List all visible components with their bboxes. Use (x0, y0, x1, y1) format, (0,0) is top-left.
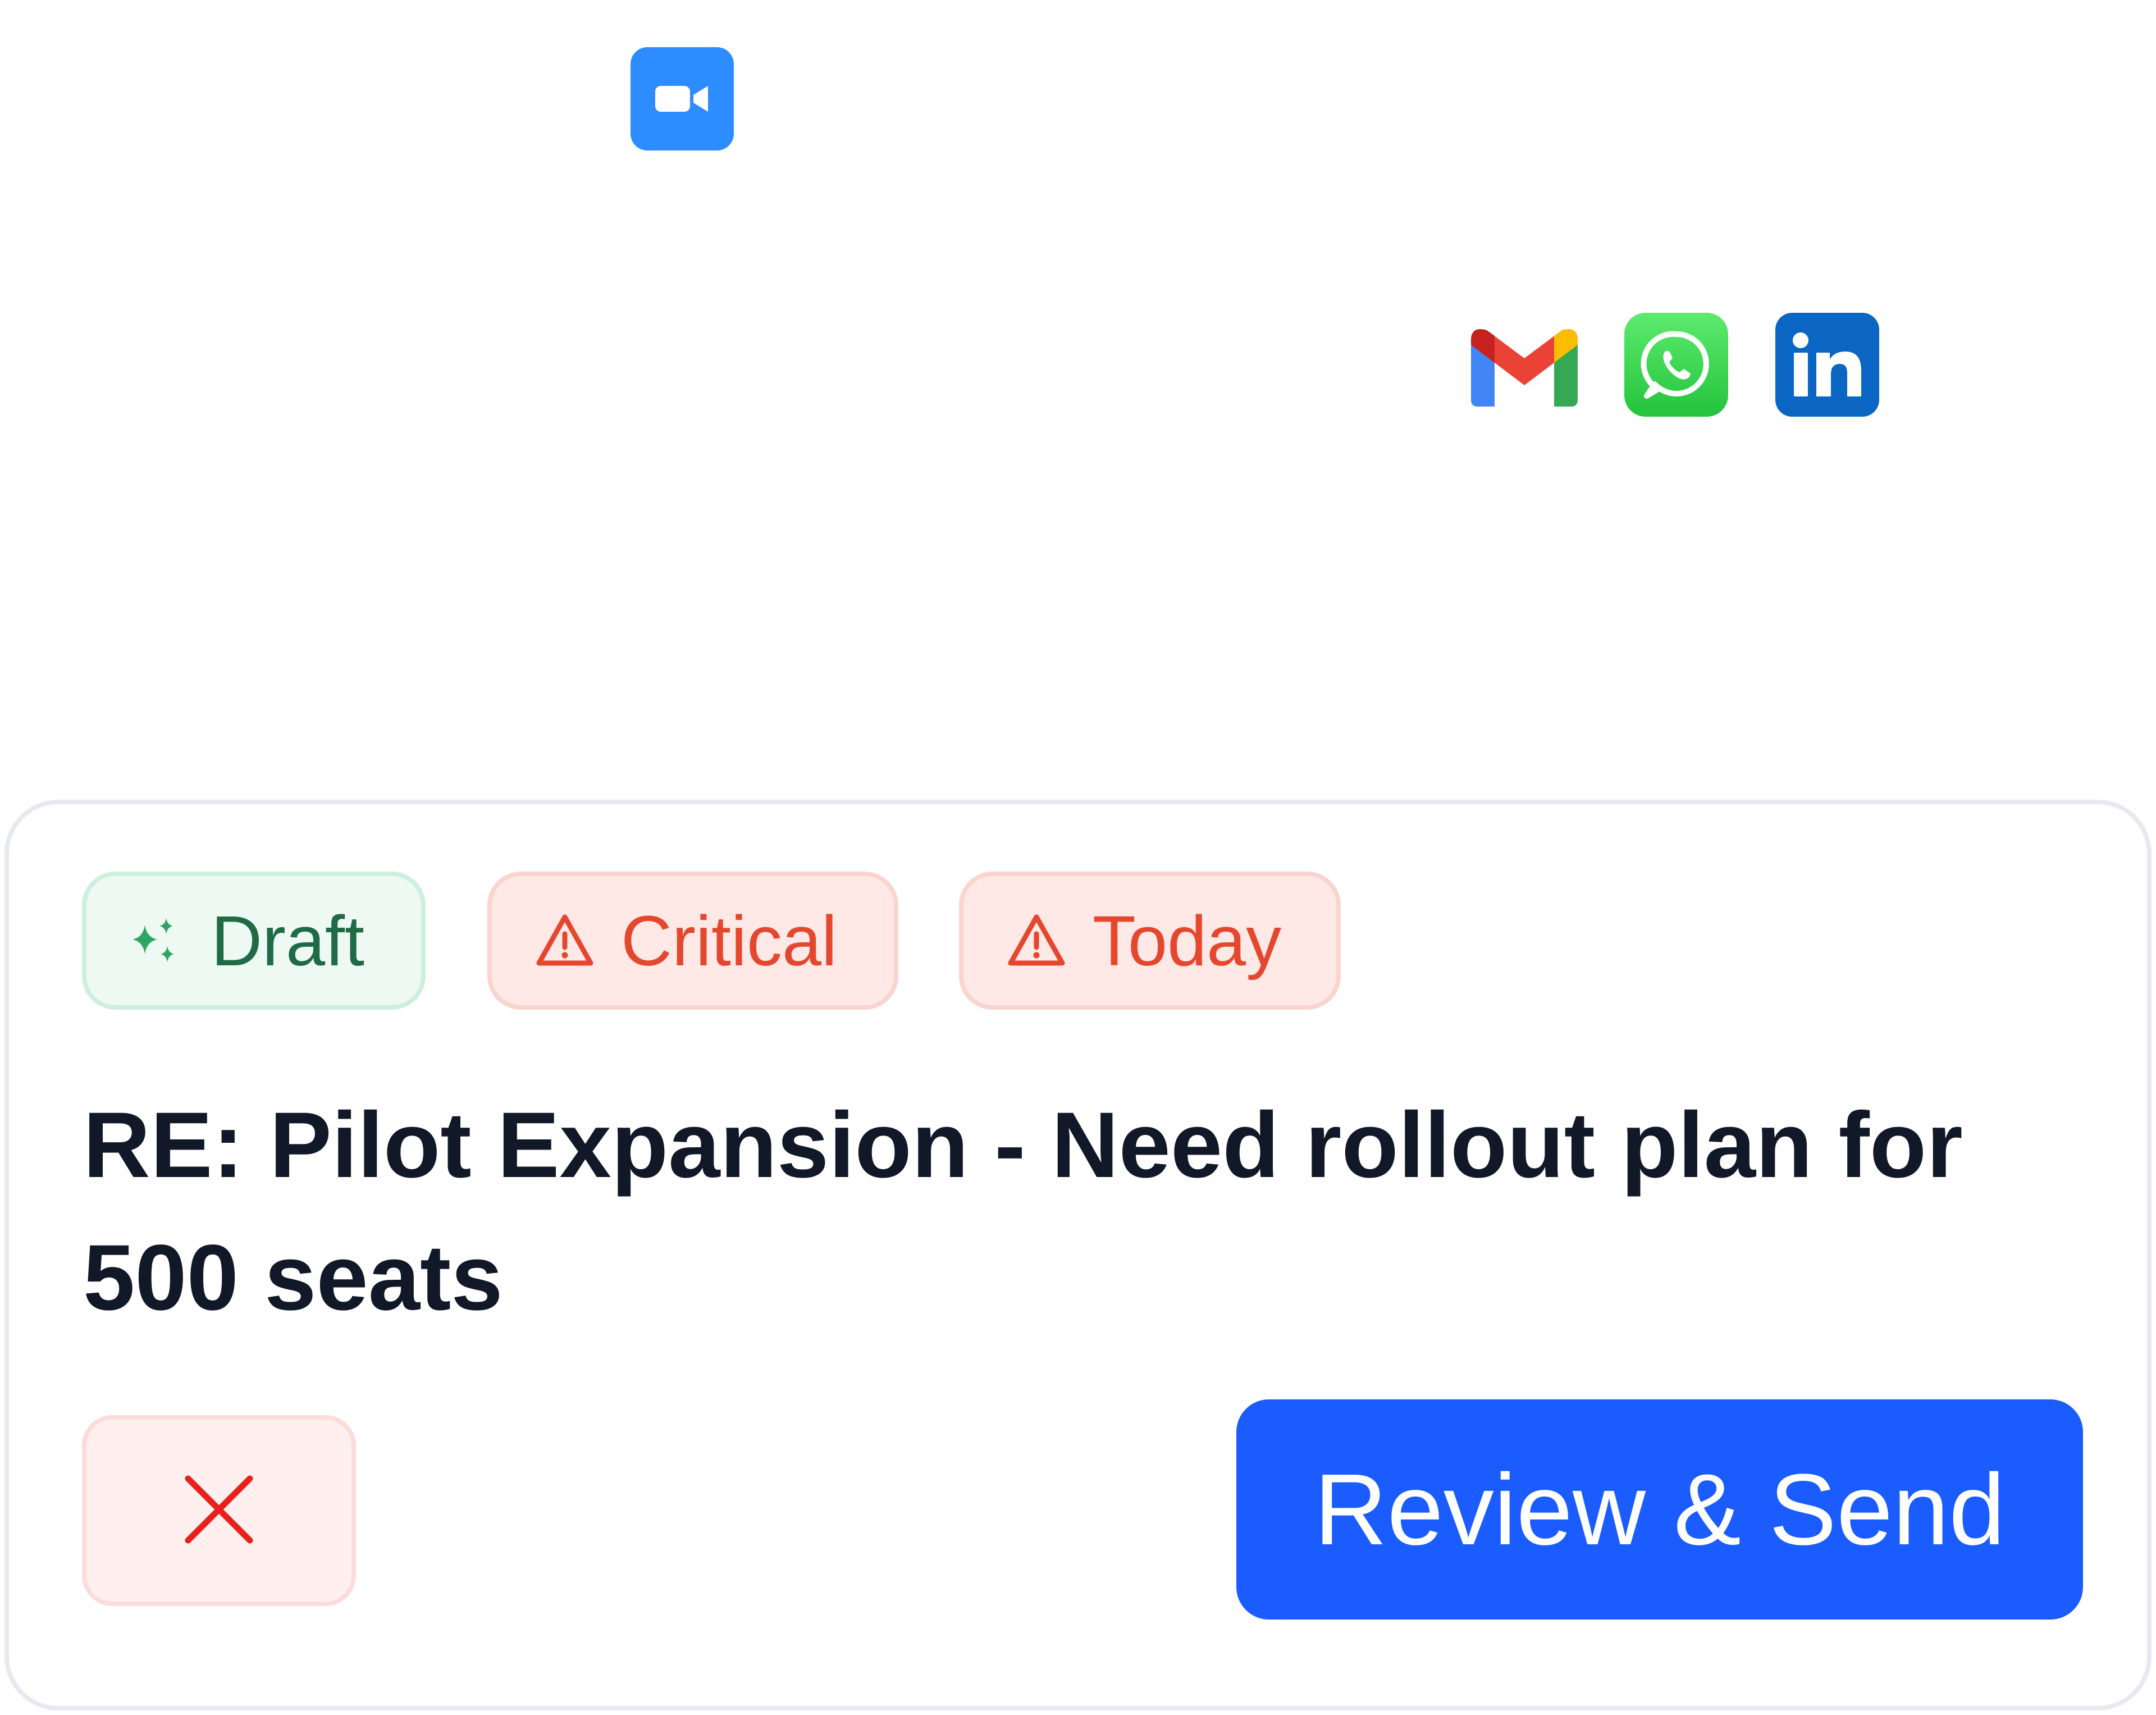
linkedin-icon[interactable] (1775, 313, 1879, 417)
review-and-send-button[interactable]: Review & Send (1236, 1399, 2083, 1620)
dismiss-button[interactable] (82, 1415, 356, 1606)
video-camera-glyph (655, 86, 708, 112)
critical-badge: Critical (487, 872, 898, 1010)
gmail-logo-glyph (1471, 329, 1578, 407)
close-icon (184, 1474, 254, 1548)
warning-triangle-icon (535, 910, 595, 971)
email-subject: RE: Pilot Expansion - Need rollout plan … (83, 1093, 1963, 1330)
draft-card: Draft Critical Today RE: Pilot Expansion… (4, 800, 2152, 1711)
whatsapp-icon[interactable] (1624, 313, 1728, 417)
zoom-video-icon[interactable] (631, 47, 734, 150)
critical-badge-label: Critical (621, 901, 838, 980)
app-canvas: Draft Critical Today RE: Pilot Expansion… (0, 0, 2156, 1715)
linkedin-logo-glyph (1792, 332, 1861, 396)
today-badge-label: Today (1093, 901, 1282, 980)
today-badge: Today (959, 872, 1341, 1010)
draft-badge-label: Draft (211, 901, 365, 980)
whatsapp-logo-glyph (1641, 331, 1709, 399)
warning-triangle-icon (1006, 910, 1067, 971)
sparkles-icon (127, 914, 181, 968)
gmail-icon[interactable] (1471, 326, 1578, 407)
draft-badge: Draft (82, 872, 426, 1010)
